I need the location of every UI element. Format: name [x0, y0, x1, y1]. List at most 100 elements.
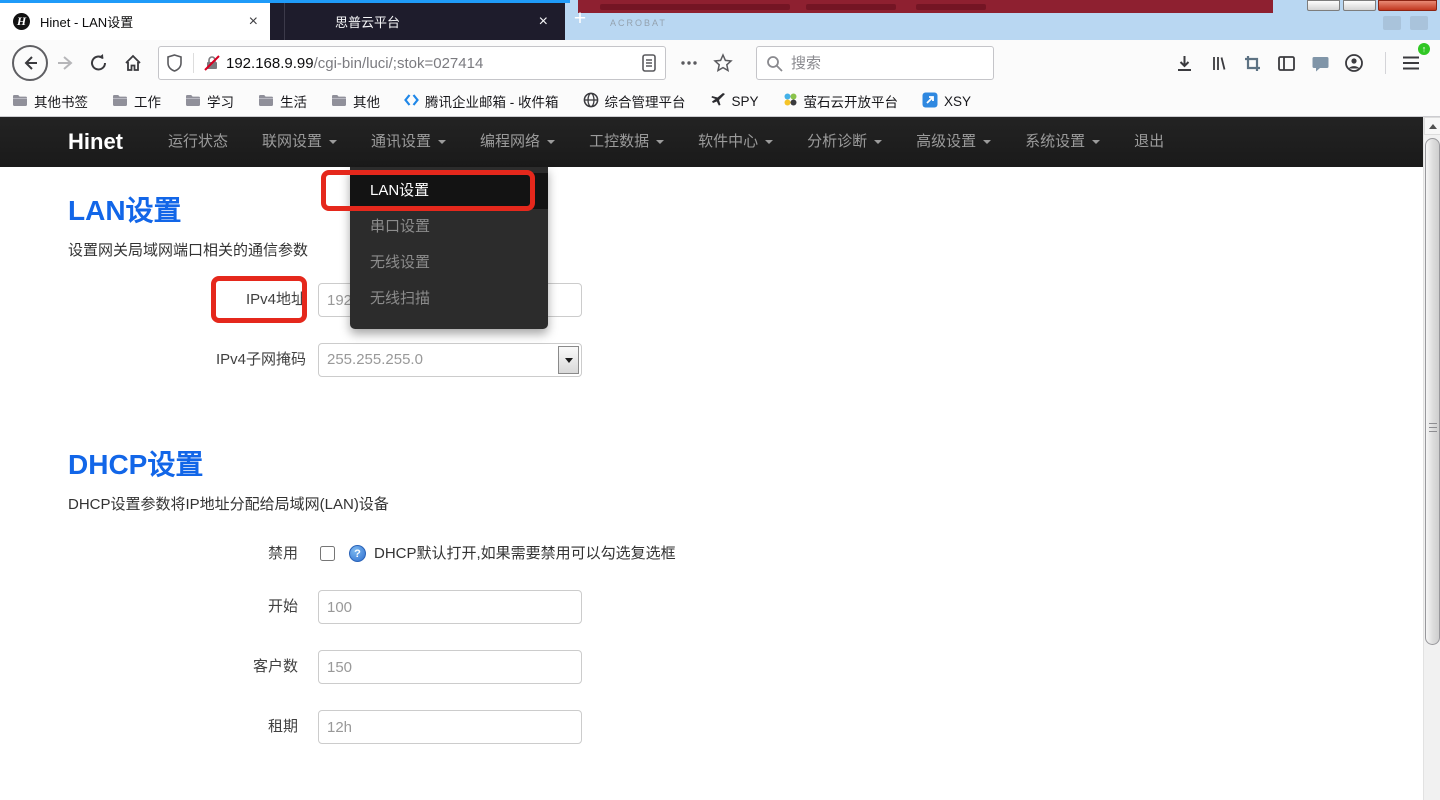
screenshot-icon[interactable]	[1235, 46, 1269, 80]
tracking-shield-icon[interactable]	[159, 46, 189, 80]
firefox-tabs: H Hinet - LAN设置 × 思普云平台 ×	[0, 0, 570, 40]
bookmark-item[interactable]: 综合管理平台	[583, 91, 686, 111]
nav-item[interactable]: 工控数据	[589, 117, 664, 167]
download-icon[interactable]	[1167, 46, 1201, 80]
folder-icon	[258, 93, 274, 110]
bookmark-item[interactable]: 学习	[185, 91, 234, 111]
scroll-up-button[interactable]	[1424, 117, 1440, 135]
insecure-lock-icon[interactable]	[198, 46, 226, 80]
nav-item-label: 运行状态	[168, 133, 228, 150]
netmask-select[interactable]: 255.255.255.0	[318, 343, 582, 377]
netmask-row: IPv4子网掩码 255.255.255.0	[0, 343, 700, 377]
bookmark-star-icon[interactable]	[706, 46, 740, 80]
forward-button[interactable]	[48, 46, 82, 80]
back-button[interactable]	[12, 45, 48, 81]
menu-hamburger-icon[interactable]: ↑	[1394, 46, 1428, 80]
caret-down-icon	[983, 140, 991, 144]
new-tab-button[interactable]: +	[567, 6, 593, 34]
dhcp-section-subtitle: DHCP设置参数将IP地址分配给局域网(LAN)设备	[68, 493, 389, 514]
tab-close-icon[interactable]: ×	[237, 13, 270, 31]
chat-bubble-icon[interactable]	[1303, 46, 1337, 80]
reader-mode-icon[interactable]	[633, 46, 665, 80]
field-label: 客户数	[0, 650, 298, 684]
search-input[interactable]	[791, 55, 961, 72]
search-box[interactable]	[756, 46, 994, 80]
close-button[interactable]	[1378, 0, 1437, 11]
triangle-up-icon	[1429, 124, 1437, 129]
thumb-grip	[1429, 427, 1437, 428]
folder-icon	[12, 93, 28, 110]
nav-item[interactable]: 系统设置	[1025, 117, 1100, 167]
home-button[interactable]	[116, 46, 150, 80]
background-window-titlebar	[578, 0, 1273, 13]
page-scrollbar[interactable]	[1423, 117, 1440, 800]
dhcp-disable-label: 禁用	[0, 543, 298, 565]
annotation-box-ipv4-label	[211, 276, 307, 323]
blurred-title-text	[916, 4, 986, 10]
page-actions-icon[interactable]	[672, 46, 706, 80]
tab-sipu-cloud[interactable]: 思普云平台 ×	[284, 3, 560, 40]
bookmark-label: XSY	[944, 94, 971, 109]
tab-close-icon[interactable]: ×	[527, 13, 560, 31]
nav-item-label: 编程网络	[480, 133, 540, 150]
bookmark-item[interactable]: 萤石云开放平台	[783, 91, 899, 111]
divider	[193, 53, 194, 73]
nav-item[interactable]: 联网设置	[262, 117, 337, 167]
nav-item[interactable]: 运行状态	[168, 117, 228, 167]
bookmark-item[interactable]: SPY	[710, 92, 759, 110]
background-window: ACROBAT	[565, 0, 1440, 40]
nav-item[interactable]: 通讯设置	[371, 117, 446, 167]
nav-item[interactable]: 分析诊断	[807, 117, 882, 167]
arrow-square-icon	[922, 92, 938, 111]
sidebar-icon[interactable]	[1269, 46, 1303, 80]
site-nav-list: 运行状态 联网设置通讯设置 编程网络 工控数据软件中心 分析诊断 高级设置 系统设置退出	[168, 117, 1164, 167]
folder-icon	[331, 93, 347, 110]
menu-item[interactable]: 无线设置	[350, 245, 548, 281]
dhcp-field-row: 客户数	[0, 650, 700, 684]
nav-item[interactable]: 编程网络	[480, 117, 555, 167]
select-dropdown-button[interactable]	[558, 346, 579, 374]
nav-item[interactable]: 高级设置	[916, 117, 991, 167]
field-input[interactable]	[318, 650, 582, 684]
caret-down-icon	[329, 140, 337, 144]
reload-button[interactable]	[82, 46, 116, 80]
bookmark-label: 萤石云开放平台	[804, 91, 899, 111]
tab-hinet-lan[interactable]: H Hinet - LAN设置 ×	[0, 3, 270, 40]
menu-item[interactable]: 无线扫描	[350, 281, 548, 317]
annotation-box-lan-menu	[321, 170, 535, 211]
field-input[interactable]	[318, 590, 582, 624]
nav-item-label: 高级设置	[916, 133, 976, 150]
maximize-button[interactable]	[1343, 0, 1376, 11]
background-toolbar-icon	[1410, 16, 1428, 30]
library-icon[interactable]	[1201, 46, 1235, 80]
url-bar[interactable]: 192.168.9.99/cgi-bin/luci/;stok=027414	[158, 46, 666, 80]
nav-item[interactable]: 软件中心	[698, 117, 773, 167]
bookmark-item[interactable]: XSY	[922, 92, 971, 111]
bookmark-item[interactable]: 腾讯企业邮箱 - 收件箱	[404, 91, 559, 111]
background-toolbar-label: ACROBAT	[610, 18, 667, 28]
dhcp-disable-checkbox[interactable]	[320, 546, 335, 561]
dhcp-disable-hint: DHCP默认打开,如果需要禁用可以勾选复选框	[374, 543, 676, 565]
plane-icon	[710, 92, 726, 110]
bookmark-item[interactable]: 其他书签	[12, 91, 88, 111]
account-icon[interactable]	[1337, 46, 1371, 80]
bookmark-label: 工作	[134, 91, 161, 111]
caret-down-icon	[565, 358, 573, 363]
scrollbar-thumb[interactable]	[1425, 138, 1440, 645]
brand-logo[interactable]: Hinet	[68, 117, 123, 167]
bookmark-item[interactable]: 生活	[258, 91, 307, 111]
bookmark-label: 综合管理平台	[605, 91, 686, 111]
bookmark-item[interactable]: 其他	[331, 91, 380, 111]
nav-item-label: 分析诊断	[807, 133, 867, 150]
tencent-mail-icon	[404, 93, 419, 110]
thumb-grip	[1429, 431, 1437, 432]
url-host: 192.168.9.99	[226, 55, 314, 72]
update-badge-icon: ↑	[1418, 43, 1430, 55]
page-viewport: Hinet 运行状态 联网设置通讯设置 编程网络 工控数据软件中心 分析诊断 高级设置 系统…	[0, 117, 1440, 800]
site-navbar: Hinet 运行状态 联网设置通讯设置 编程网络 工控数据软件中心 分析诊断 高级设置 系统…	[0, 117, 1440, 167]
menu-item[interactable]: 串口设置	[350, 209, 548, 245]
minimize-button[interactable]	[1307, 0, 1340, 11]
field-input[interactable]	[318, 710, 582, 744]
nav-item[interactable]: 退出	[1134, 117, 1164, 167]
bookmark-item[interactable]: 工作	[112, 91, 161, 111]
